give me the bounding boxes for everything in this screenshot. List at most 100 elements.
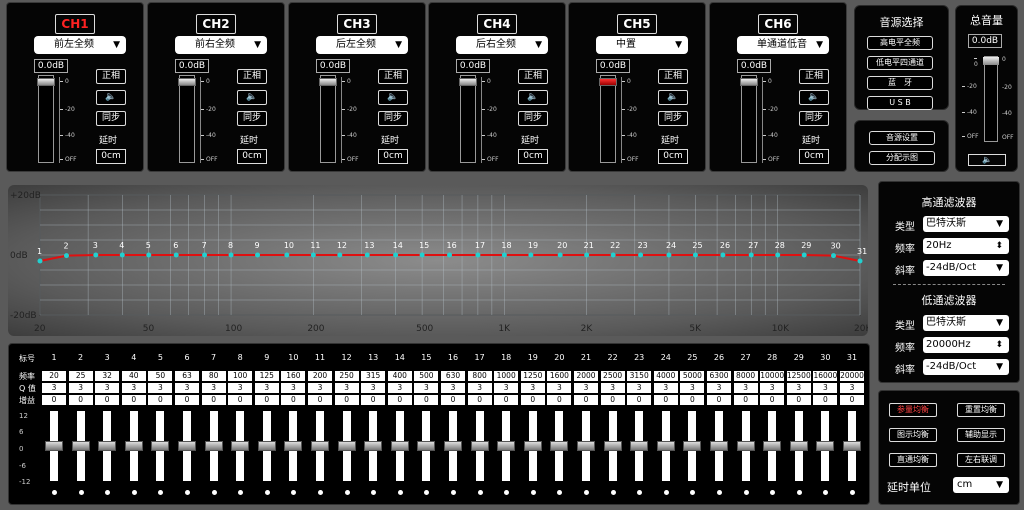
channel-tab[interactable]: CH5 (617, 14, 657, 34)
band-q-cell[interactable]: 3 (254, 383, 279, 393)
band-fader-knob[interactable] (71, 441, 90, 451)
band-fader-knob[interactable] (284, 441, 303, 451)
band-gain-cell[interactable]: 0 (441, 395, 465, 405)
band-q-cell[interactable]: 3 (414, 383, 439, 393)
band-gain-cell[interactable]: 0 (148, 395, 173, 405)
band-freq-cell[interactable]: 25 (68, 371, 93, 381)
channel-fader-knob[interactable] (599, 78, 617, 86)
band-gain-cell[interactable]: 0 (414, 395, 439, 405)
spinner-icon[interactable]: ⬍ (995, 238, 1003, 254)
channel-tab[interactable]: CH4 (477, 14, 517, 34)
band-gain-cell[interactable]: 0 (813, 395, 838, 405)
band-gain-cell[interactable]: 0 (308, 395, 332, 405)
delay-input[interactable]: 0cm (799, 149, 829, 164)
band-fader-knob[interactable] (603, 441, 622, 451)
band-q-cell[interactable]: 3 (281, 383, 306, 393)
band-freq-cell[interactable]: 50 (148, 371, 173, 381)
channel-fader-knob[interactable] (37, 78, 55, 86)
hp-slope-select[interactable]: -24dB/Oct ▼ (923, 260, 1009, 276)
delay-input[interactable]: 0cm (518, 149, 548, 164)
band-gain-cell[interactable]: 0 (840, 395, 864, 405)
channel-source-select[interactable]: 前右全频 ▼ (175, 36, 267, 54)
band-fader-knob[interactable] (683, 441, 702, 451)
phase-button[interactable]: 正相 (518, 69, 548, 84)
channel-source-select[interactable]: 后左全频 ▼ (316, 36, 408, 54)
band-q-cell[interactable]: 3 (201, 383, 226, 393)
band-fader-knob[interactable] (417, 441, 436, 451)
band-q-cell[interactable]: 3 (547, 383, 572, 393)
band-fader-knob[interactable] (124, 441, 143, 451)
channel-source-select[interactable]: 单通道低音 ▼ (737, 36, 829, 54)
band-q-cell[interactable]: 3 (786, 383, 811, 393)
band-fader-knob[interactable] (630, 441, 649, 451)
band-fader-knob[interactable] (98, 441, 117, 451)
band-freq-cell[interactable]: 32 (95, 371, 120, 381)
band-freq-cell[interactable]: 12500 (786, 371, 811, 381)
band-gain-cell[interactable]: 0 (281, 395, 306, 405)
source-usb-button[interactable]: U S B (867, 96, 933, 110)
channel-fader-knob[interactable] (740, 78, 758, 86)
band-freq-cell[interactable]: 5000 (680, 371, 705, 381)
channel-source-select[interactable]: 中置 ▼ (596, 36, 688, 54)
band-gain-cell[interactable]: 0 (547, 395, 572, 405)
band-freq-cell[interactable]: 4000 (653, 371, 678, 381)
reset-eq-button[interactable]: 重置均衡 (957, 403, 1005, 417)
band-gain-cell[interactable]: 0 (627, 395, 652, 405)
hp-type-select[interactable]: 巴特沃斯 ▼ (923, 216, 1009, 232)
band-q-cell[interactable]: 3 (840, 383, 864, 393)
phase-button[interactable]: 正相 (658, 69, 688, 84)
sync-button[interactable]: 同步 (658, 111, 688, 126)
param-eq-button[interactable]: 参量均衡 (889, 403, 937, 417)
band-q-cell[interactable]: 3 (467, 383, 492, 393)
band-q-cell[interactable]: 3 (813, 383, 838, 393)
graphic-eq-button[interactable]: 图示均衡 (889, 428, 937, 442)
band-freq-cell[interactable]: 315 (361, 371, 386, 381)
band-gain-cell[interactable]: 0 (574, 395, 598, 405)
band-freq-cell[interactable]: 630 (441, 371, 465, 381)
channel-fader-knob[interactable] (178, 78, 196, 86)
band-fader-knob[interactable] (816, 441, 835, 451)
band-fader-knob[interactable] (789, 441, 808, 451)
band-q-cell[interactable]: 3 (494, 383, 519, 393)
lp-slope-select[interactable]: -24dB/Oct ▼ (923, 359, 1009, 375)
band-q-cell[interactable]: 3 (574, 383, 598, 393)
hp-freq-input[interactable]: 20Hz ⬍ (923, 238, 1009, 254)
band-fader-knob[interactable] (763, 441, 782, 451)
band-q-cell[interactable]: 3 (680, 383, 705, 393)
band-q-cell[interactable]: 3 (707, 383, 731, 393)
mute-button[interactable]: 🔈 (378, 90, 408, 105)
band-q-cell[interactable]: 3 (68, 383, 93, 393)
band-q-cell[interactable]: 3 (520, 383, 545, 393)
sync-button[interactable]: 同步 (237, 111, 267, 126)
band-freq-cell[interactable]: 20000 (840, 371, 864, 381)
band-freq-cell[interactable]: 16000 (813, 371, 838, 381)
band-freq-cell[interactable]: 500 (414, 371, 439, 381)
mute-button[interactable]: 🔈 (96, 90, 126, 105)
band-freq-cell[interactable]: 2500 (600, 371, 625, 381)
aux-display-button[interactable]: 辅助显示 (957, 428, 1005, 442)
band-gain-cell[interactable]: 0 (600, 395, 625, 405)
band-q-cell[interactable]: 3 (334, 383, 359, 393)
pass-eq-button[interactable]: 直通均衡 (889, 453, 937, 467)
band-freq-cell[interactable]: 250 (334, 371, 359, 381)
band-fader-knob[interactable] (257, 441, 276, 451)
band-freq-cell[interactable]: 20 (42, 371, 66, 381)
channel-fader[interactable] (37, 75, 55, 163)
lp-freq-input[interactable]: 20000Hz ⬍ (923, 337, 1009, 353)
band-fader-knob[interactable] (470, 441, 489, 451)
band-freq-cell[interactable]: 400 (387, 371, 412, 381)
band-q-cell[interactable]: 3 (653, 383, 678, 393)
band-fader-knob[interactable] (497, 441, 516, 451)
band-freq-cell[interactable]: 100 (228, 371, 253, 381)
band-q-cell[interactable]: 3 (361, 383, 386, 393)
band-freq-cell[interactable]: 1000 (494, 371, 519, 381)
channel-fader[interactable] (319, 75, 337, 163)
band-fader-knob[interactable] (843, 441, 861, 451)
band-gain-cell[interactable]: 0 (201, 395, 226, 405)
band-gain-cell[interactable]: 0 (95, 395, 120, 405)
band-q-cell[interactable]: 3 (387, 383, 412, 393)
band-q-cell[interactable]: 3 (627, 383, 652, 393)
band-gain-cell[interactable]: 0 (467, 395, 492, 405)
band-fader-knob[interactable] (656, 441, 675, 451)
band-fader-knob[interactable] (523, 441, 542, 451)
